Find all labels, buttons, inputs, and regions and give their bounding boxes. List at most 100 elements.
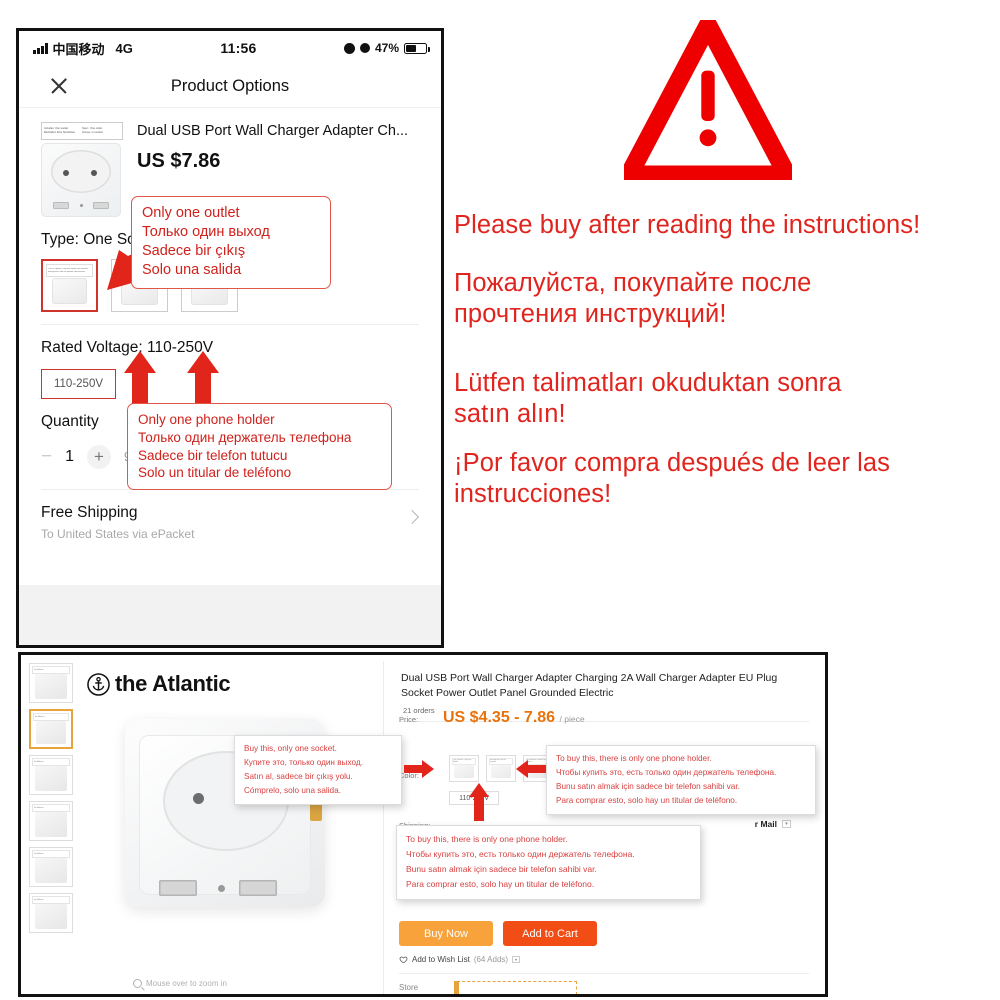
- callout-line-es: Para comprar esto, solo hay un titular d…: [406, 879, 595, 890]
- red-arrow-left-to-option: [516, 760, 546, 783]
- callout-line-en: To buy this, there is only one phone hol…: [556, 754, 712, 763]
- desktop-option-one-socket[interactable]: This Options: Only one holder: [449, 755, 479, 782]
- thumbnail-caption: Includes: One socket Spec.: One outlet B…: [41, 122, 123, 140]
- heart-icon: [399, 955, 408, 964]
- page-title: Product Options: [170, 76, 290, 95]
- anchor-icon: [87, 672, 110, 696]
- status-bar-clock: 11:56: [220, 40, 257, 56]
- warning-text-es: ¡Por favor compra después de leer las in…: [454, 449, 890, 509]
- type-option-one-socket[interactable]: This is Options: Only one holder, two So…: [41, 259, 98, 312]
- warning-text-ru: Пожалуйста, покупайте после прочтения ин…: [454, 269, 812, 329]
- quantity-value[interactable]: 1: [65, 448, 74, 466]
- product-thumbnail[interactable]: Includes: One socket Spec.: One outlet B…: [41, 122, 123, 217]
- buy-now-button[interactable]: Buy Now: [399, 921, 493, 946]
- price-unit: / piece: [559, 714, 585, 724]
- red-arrow-up-option-2: [124, 351, 156, 411]
- option-image: [52, 278, 87, 304]
- caption-cell: Beinhaltet: Eine Steckdose: [44, 131, 76, 134]
- status-bar-left: 中国移动 4G: [33, 39, 133, 58]
- battery-icon: [404, 42, 430, 54]
- product-price: US $4.35 - 7.86 / piece: [443, 709, 585, 727]
- phone-screenshot-frame: 中国移动 4G 11:56 47% Product Options Includ…: [16, 28, 444, 648]
- callout-line-tr: Bunu satın almak için sadece bir telefon…: [406, 864, 597, 875]
- desktop-callout-phone-holder-right: To buy this, there is only one phone hol…: [546, 745, 816, 816]
- store-promo-bar: [454, 981, 577, 994]
- option-caption: This Options: Only one holder: [452, 758, 476, 765]
- desktop-callout-only-one-socket: Buy this, only one socket. Купите это, т…: [234, 735, 402, 806]
- callout-line-tr: Sadece bir telefon tutucu: [138, 447, 288, 463]
- thumb-caption: the Atlantic: [33, 713, 69, 721]
- quantity-increase-button[interactable]: +: [87, 445, 112, 469]
- thumb-socket[interactable]: the Atlantic: [29, 709, 73, 749]
- status-bar-right: 47%: [343, 41, 430, 55]
- red-arrow-right-to-option: [404, 760, 434, 783]
- thumb-socket-open[interactable]: the Atlantic: [29, 801, 73, 841]
- callout-line-ru: Купите это, только один выход.: [244, 758, 363, 768]
- thumb-caption: the Atlantic: [32, 758, 70, 766]
- price-label: Price:: [399, 715, 419, 724]
- shipping-title: Free Shipping: [41, 504, 138, 521]
- callout-line-en: To buy this, there is only one phone hol…: [406, 834, 568, 844]
- shipping-row[interactable]: Free Shipping To United States via ePack…: [19, 490, 441, 541]
- option-caption-line: Esta opción: solo un soporte, dos socket…: [48, 270, 85, 273]
- chevron-down-icon[interactable]: ▾: [782, 820, 791, 828]
- callout-line-es: Solo una salida: [142, 262, 242, 279]
- thumb-caption: the Atlantic: [32, 666, 70, 674]
- callout-line-tr: Sadece bir çıkış: [142, 243, 246, 260]
- warning-text-en: Please buy after reading the instruction…: [454, 211, 921, 239]
- thumb-packaging[interactable]: the Atlantic: [29, 893, 73, 933]
- product-price: US $7.86: [137, 150, 221, 173]
- voltage-section-label: Rated Voltage: 110-250V: [41, 339, 214, 356]
- thumb-caption: the Atlantic: [32, 804, 70, 812]
- option-caption: Esta opción: solo un soporte: [489, 758, 513, 765]
- chevron-down-icon[interactable]: ▾: [512, 956, 521, 963]
- thumb-plug[interactable]: the Atlantic: [29, 663, 73, 703]
- phone-nav-bar: Product Options: [19, 65, 441, 108]
- close-icon[interactable]: [49, 76, 69, 96]
- red-arrow-up-option-3: [187, 351, 219, 411]
- desktop-option-holder[interactable]: Esta opción: solo un soporte: [486, 755, 516, 782]
- thumb-caption: the Atlantic: [32, 896, 70, 904]
- add-to-wish-list[interactable]: Add to Wish List (64 Adds) ▾: [399, 955, 521, 964]
- shipping-value: r Mail: [754, 819, 777, 829]
- location-icon: [343, 42, 355, 54]
- red-arrow-up-to-option: [469, 783, 489, 826]
- thumbnail-gallery: the Atlantic the Atlantic the Atlantic t…: [29, 663, 77, 939]
- zoom-hint-text: Mouse over to zoom in: [146, 979, 227, 988]
- magnifier-icon: [133, 979, 142, 988]
- store-logo[interactable]: the Atlantic: [87, 671, 231, 697]
- callout-only-one-outlet: Only one outlet Только один выход Sadece…: [131, 196, 331, 289]
- wish-list-label: Add to Wish List: [412, 955, 470, 964]
- callout-line-es: Cómprelo, solo una salida.: [244, 786, 341, 796]
- caption-cell: Incluye: un socket: [82, 131, 103, 134]
- callout-line-ru: Только один держатель телефона: [138, 429, 352, 445]
- callout-line-tr: Bunu satın almak için sadece bir telefon…: [556, 782, 740, 792]
- callout-line-en: Only one phone holder: [138, 412, 275, 427]
- network-type: 4G: [115, 40, 133, 56]
- action-buttons: Buy Now Add to Cart: [399, 921, 597, 946]
- wish-list-count: (64 Adds): [473, 955, 509, 964]
- callout-line-tr: Satın al, sadece bir çıkış yolu.: [244, 772, 353, 782]
- thumb-socket-color[interactable]: the Atlantic: [29, 847, 73, 887]
- voltage-option-chip[interactable]: 110-250V: [41, 369, 116, 399]
- bottom-filler: [19, 585, 441, 645]
- quantity-decrease-button[interactable]: −: [41, 446, 52, 468]
- wall-socket-image: [41, 143, 121, 217]
- callout-line-en: Buy this, only one socket.: [244, 744, 337, 753]
- store-label: Store: [399, 983, 419, 992]
- alarm-icon: [359, 43, 370, 53]
- zoom-hint: Mouse over to zoom in: [133, 979, 227, 988]
- callout-line-es: Para comprar esto, solo hay un titular d…: [556, 796, 738, 806]
- divider: [41, 324, 419, 325]
- price-value: US $4.35 - 7.86: [443, 709, 556, 726]
- signal-strength-icon: [33, 42, 48, 54]
- thumb-socket-holder[interactable]: the Atlantic: [29, 755, 73, 795]
- warning-text-tr: Lütfen talimatları okuduktan sonra satın…: [454, 369, 842, 429]
- option-caption: This is Options: Only one holder, two So…: [46, 264, 93, 277]
- shipping-subtitle: To United States via ePacket: [41, 527, 195, 541]
- add-to-cart-button[interactable]: Add to Cart: [503, 921, 597, 946]
- callout-line-ru: Чтобы купить это, есть только один держа…: [556, 768, 777, 778]
- warning-messages-panel: Please buy after reading the instruction…: [452, 5, 992, 540]
- warning-triangle-icon: [613, 5, 803, 184]
- callout-line-ru: Только один выход: [142, 224, 270, 241]
